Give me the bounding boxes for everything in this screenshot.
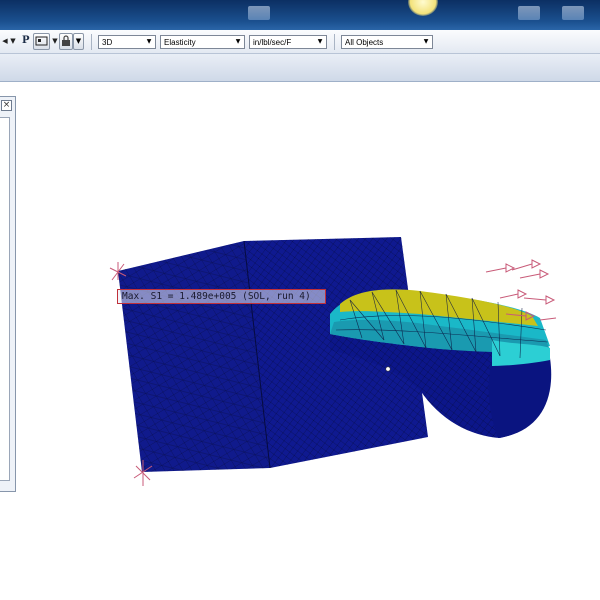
contour-band-light bbox=[492, 340, 550, 366]
taskbar-tile bbox=[518, 6, 540, 20]
analysis-type-value: Elasticity bbox=[164, 38, 196, 47]
chevron-down-icon: ▼ bbox=[423, 38, 429, 45]
contour-band-cyan bbox=[330, 290, 550, 351]
max-stress-label: Max. S1 = 1.489e+005 (SOL, run 4) bbox=[117, 289, 326, 304]
beam-top-mesh bbox=[335, 289, 549, 359]
units-select[interactable]: in/lbl/sec/F ▼ bbox=[249, 35, 327, 49]
cursor-pointer-icon bbox=[385, 366, 391, 372]
taskbar-tile bbox=[248, 6, 270, 20]
chevron-down-icon: ▼ bbox=[75, 37, 82, 45]
dropdown-button[interactable]: ▼ bbox=[73, 33, 84, 50]
model-tree-panel: × bbox=[0, 96, 16, 492]
contour-band-yellow bbox=[340, 289, 538, 326]
main-toolbar: ◀ ▼ P ▼ ▼ 3D ▼ Elasticity ▼ in/lbl/sec/F… bbox=[0, 30, 600, 54]
units-value: in/lbl/sec/F bbox=[253, 38, 292, 47]
chevron-down-icon: ▼ bbox=[317, 38, 323, 45]
taskbar-tile bbox=[562, 6, 584, 20]
contour-band-teal bbox=[330, 319, 550, 353]
highlight-glow bbox=[408, 0, 438, 16]
beam-body-mesh bbox=[330, 333, 549, 438]
block-edge bbox=[243, 240, 271, 469]
panel-content-area[interactable] bbox=[0, 117, 10, 481]
close-icon[interactable]: × bbox=[1, 100, 12, 111]
load-arrows bbox=[485, 259, 557, 321]
chevron-down-icon: ▼ bbox=[235, 38, 241, 45]
toolbar-separator bbox=[91, 34, 92, 50]
object-filter-select[interactable]: All Objects ▼ bbox=[341, 35, 433, 49]
analysis-type-select[interactable]: Elasticity ▼ bbox=[160, 35, 245, 49]
lock-tool-button[interactable] bbox=[59, 33, 73, 50]
view-mode-value: 3D bbox=[102, 38, 113, 47]
object-filter-value: All Objects bbox=[345, 38, 384, 47]
lock-icon bbox=[62, 35, 70, 46]
select-tool-icon bbox=[35, 36, 48, 46]
block-side-mesh bbox=[244, 237, 428, 468]
label-p: P bbox=[22, 35, 30, 46]
app-window: ◀ ▼ P ▼ ▼ 3D ▼ Elasticity ▼ in/lbl/sec/F… bbox=[0, 0, 600, 600]
title-bar bbox=[0, 0, 600, 30]
chevron-down-icon[interactable]: ▼ bbox=[8, 33, 18, 50]
toolbar-separator bbox=[334, 34, 335, 50]
block-front-mesh bbox=[118, 241, 270, 472]
beam-body bbox=[330, 333, 549, 438]
block-front-face bbox=[118, 241, 270, 472]
block-side-face bbox=[244, 237, 428, 468]
chevron-down-icon: ▼ bbox=[146, 38, 152, 45]
secondary-toolbar bbox=[0, 54, 600, 82]
beam-end-face bbox=[488, 358, 552, 438]
view-mode-select[interactable]: 3D ▼ bbox=[98, 35, 156, 49]
select-tool-button[interactable] bbox=[33, 33, 50, 50]
